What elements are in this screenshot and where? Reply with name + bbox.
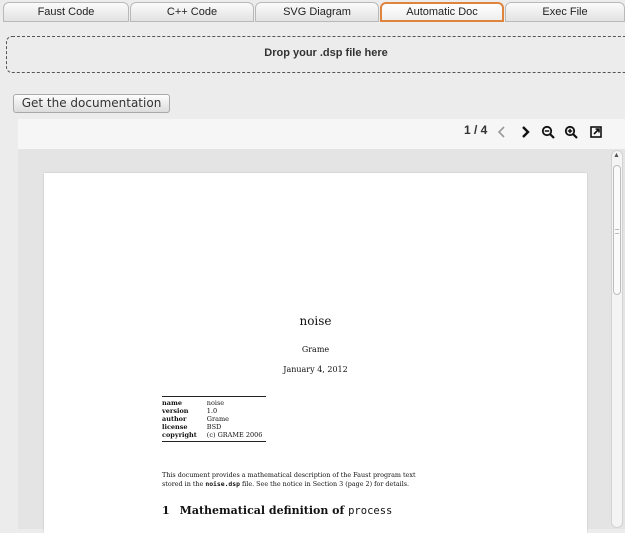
document-page: noise Grame January 4, 2012 name noise ve…	[44, 173, 587, 533]
section-heading: 1 Mathematical definition of process	[162, 504, 393, 517]
tab-bar: Faust Code C++ Code SVG Diagram Automati…	[0, 0, 625, 23]
chevron-right-icon[interactable]	[518, 125, 532, 139]
page-indicator: 1 / 4	[464, 123, 488, 137]
dsp-dropzone[interactable]: Drop your .dsp file here	[6, 36, 625, 73]
viewer-toolbar: 1 / 4	[18, 119, 625, 149]
metadata-table: name noise version 1.0 author Grame license…	[162, 396, 267, 442]
document-date: January 4, 2012	[283, 365, 348, 374]
grip-icon	[615, 229, 619, 234]
chevron-left-icon[interactable]	[495, 125, 509, 139]
pdf-viewer: 1 / 4 noise Grame January 4, 2012 name no…	[18, 119, 625, 533]
metadata-row: copyright (c) GRAME 2006	[162, 431, 263, 439]
tab-exec-file[interactable]: Exec File	[505, 2, 625, 22]
tab-cpp-code[interactable]: C++ Code	[130, 2, 254, 22]
vertical-scrollbar[interactable]: ▲	[611, 150, 623, 528]
metadata-row: version 1.0	[162, 407, 218, 415]
filename-text: noise.dsp	[205, 480, 240, 488]
scroll-up-arrow-icon[interactable]: ▲	[613, 152, 620, 160]
tab-svg-diagram[interactable]: SVG Diagram	[255, 2, 379, 22]
tab-automatic-doc[interactable]: Automatic Doc	[380, 2, 504, 22]
document-abstract: This document provides a mathematical de…	[162, 471, 416, 488]
zoom-out-icon[interactable]	[541, 125, 555, 139]
document-scroll-area[interactable]: noise Grame January 4, 2012 name noise ve…	[18, 149, 625, 533]
external-open-icon[interactable]	[589, 125, 603, 139]
document-title: noise	[299, 314, 332, 328]
zoom-in-icon[interactable]	[564, 125, 578, 139]
scrollbar-thumb[interactable]	[613, 165, 621, 295]
get-documentation-button[interactable]: Get the documentation	[13, 94, 170, 113]
metadata-row: author Grame	[162, 415, 229, 423]
metadata-row: license BSD	[162, 423, 222, 431]
metadata-row: name noise	[162, 399, 225, 407]
tab-faust-code[interactable]: Faust Code	[3, 2, 129, 22]
document-author: Grame	[301, 345, 330, 354]
